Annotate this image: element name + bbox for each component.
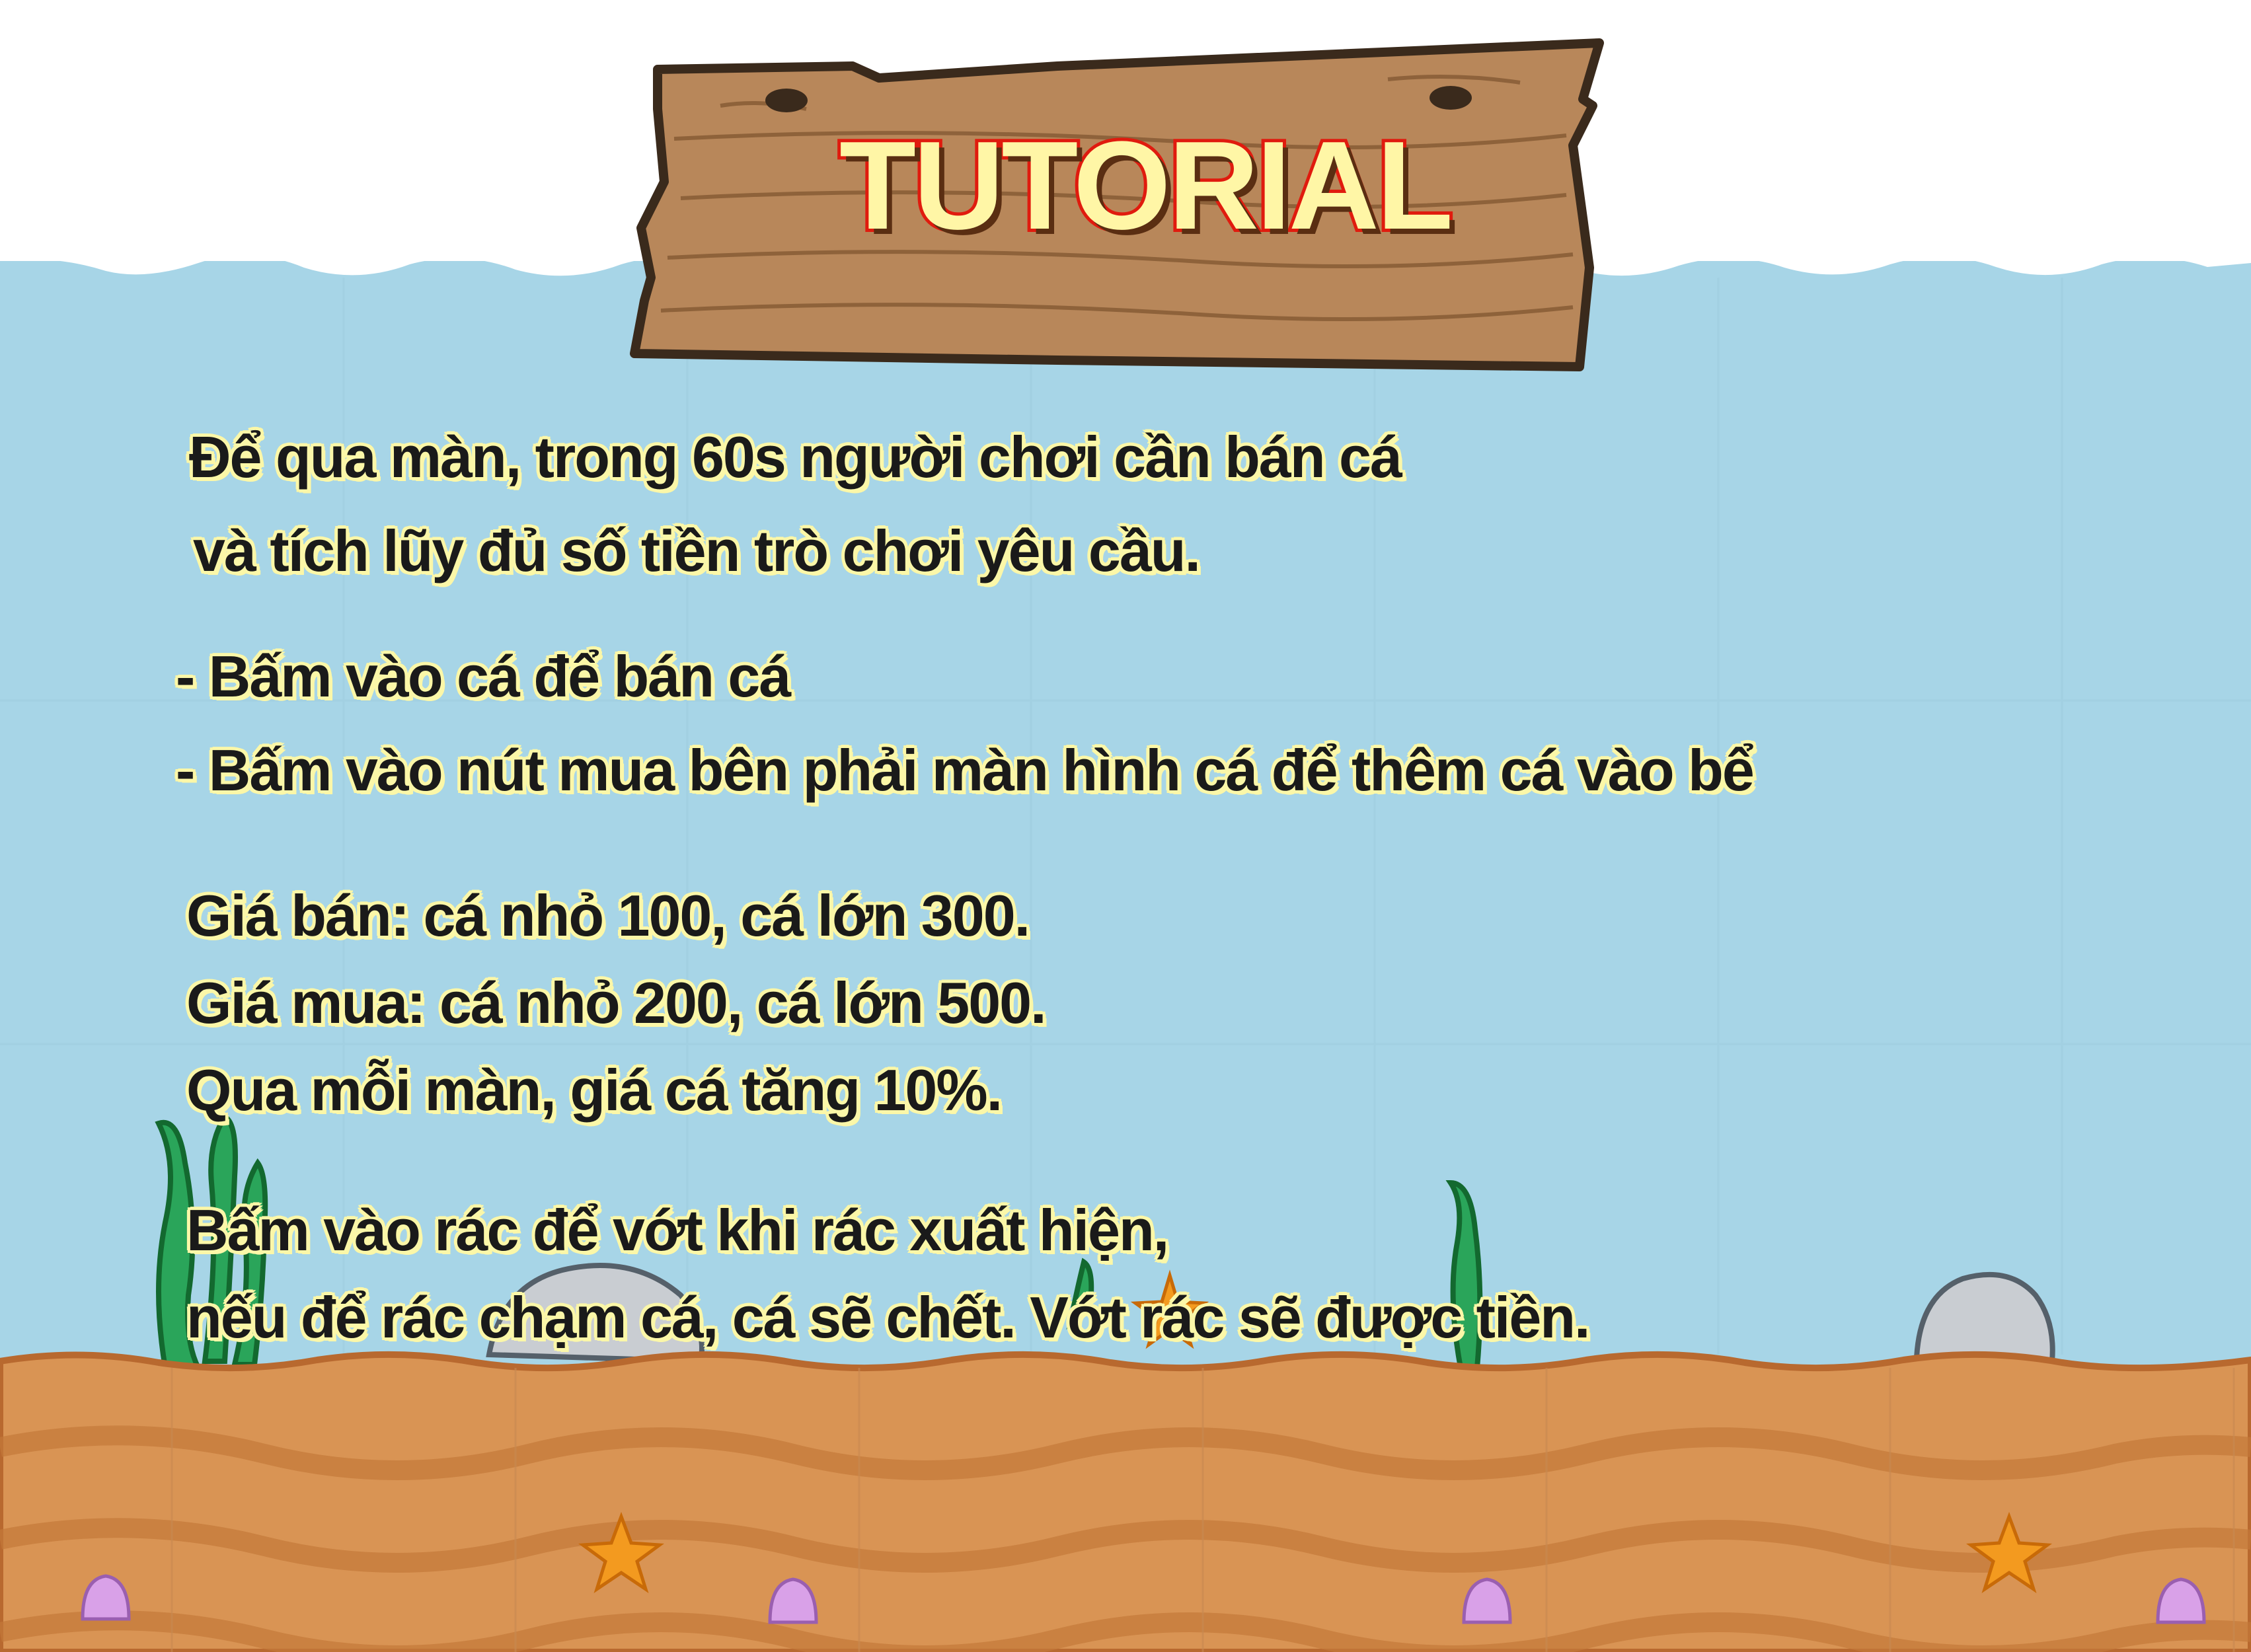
price-line-increase: Qua mỗi màn, giá cá tăng 10%. [186,1057,1003,1123]
instruction-line-1: - Bấm vào cá để bán cá [176,644,791,709]
sand-floor [0,1351,2251,1652]
sign-nail-hole [765,89,808,112]
intro-line-2: và tích lũy đủ số tiền trò chơi yêu cầu. [193,518,1201,583]
price-line-sell: Giá bán: cá nhỏ 100, cá lớn 300. [186,883,1030,948]
price-line-buy: Giá mua: cá nhỏ 200, cá lớn 500. [186,970,1047,1035]
tutorial-title: TUTORIAL [836,116,1457,256]
trash-line-2: nếu để rác chạm cá, cá sẽ chết. Vớt rác … [186,1285,1590,1350]
intro-line-1: Để qua màn, trong 60s người chơi cần bán… [189,424,1402,490]
instruction-line-2: - Bấm vào nút mua bên phải màn hình cá đ… [176,737,1755,803]
trash-line-1: Bấm vào rác để vớt khi rác xuất hiện, [186,1197,1169,1263]
sign-nail-hole [1430,86,1472,110]
